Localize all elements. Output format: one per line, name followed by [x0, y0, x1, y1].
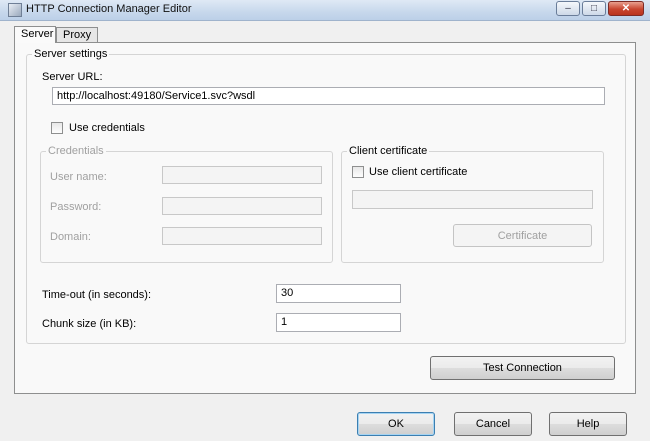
use-client-certificate-label: Use client certificate	[369, 166, 468, 178]
server-settings-legend: Server settings	[32, 48, 110, 60]
certificate-button[interactable]: Certificate	[453, 224, 592, 247]
app-icon	[8, 3, 22, 17]
minimize-button[interactable]: –	[556, 1, 580, 16]
tab-proxy[interactable]: Proxy	[56, 27, 98, 42]
tab-server[interactable]: Server	[14, 26, 56, 43]
server-url-input[interactable]: http://localhost:49180/Service1.svc?wsdl	[52, 87, 605, 105]
password-label: Password:	[50, 201, 102, 213]
use-client-certificate-checkbox[interactable]	[352, 166, 364, 178]
timeout-label: Time-out (in seconds):	[42, 289, 152, 301]
maximize-button[interactable]: □	[582, 1, 606, 16]
certificate-field[interactable]	[352, 190, 593, 209]
window-title: HTTP Connection Manager Editor	[26, 3, 192, 15]
domain-label: Domain:	[50, 231, 91, 243]
timeout-input[interactable]: 30	[276, 284, 401, 303]
domain-input[interactable]	[162, 227, 322, 245]
ok-button[interactable]: OK	[357, 412, 435, 436]
server-url-label: Server URL:	[42, 71, 103, 83]
password-input[interactable]	[162, 197, 322, 215]
help-button[interactable]: Help	[549, 412, 627, 436]
test-connection-button[interactable]: Test Connection	[430, 356, 615, 380]
chunk-size-label: Chunk size (in KB):	[42, 318, 137, 330]
use-credentials-checkbox[interactable]	[51, 122, 63, 134]
close-button[interactable]: ✕	[608, 1, 644, 16]
chunk-size-input[interactable]: 1	[276, 313, 401, 332]
use-credentials-label: Use credentials	[69, 122, 145, 134]
client-certificate-legend: Client certificate	[347, 145, 430, 157]
user-name-label: User name:	[50, 171, 107, 183]
cancel-button[interactable]: Cancel	[454, 412, 532, 436]
credentials-legend: Credentials	[46, 145, 106, 157]
user-name-input[interactable]	[162, 166, 322, 184]
